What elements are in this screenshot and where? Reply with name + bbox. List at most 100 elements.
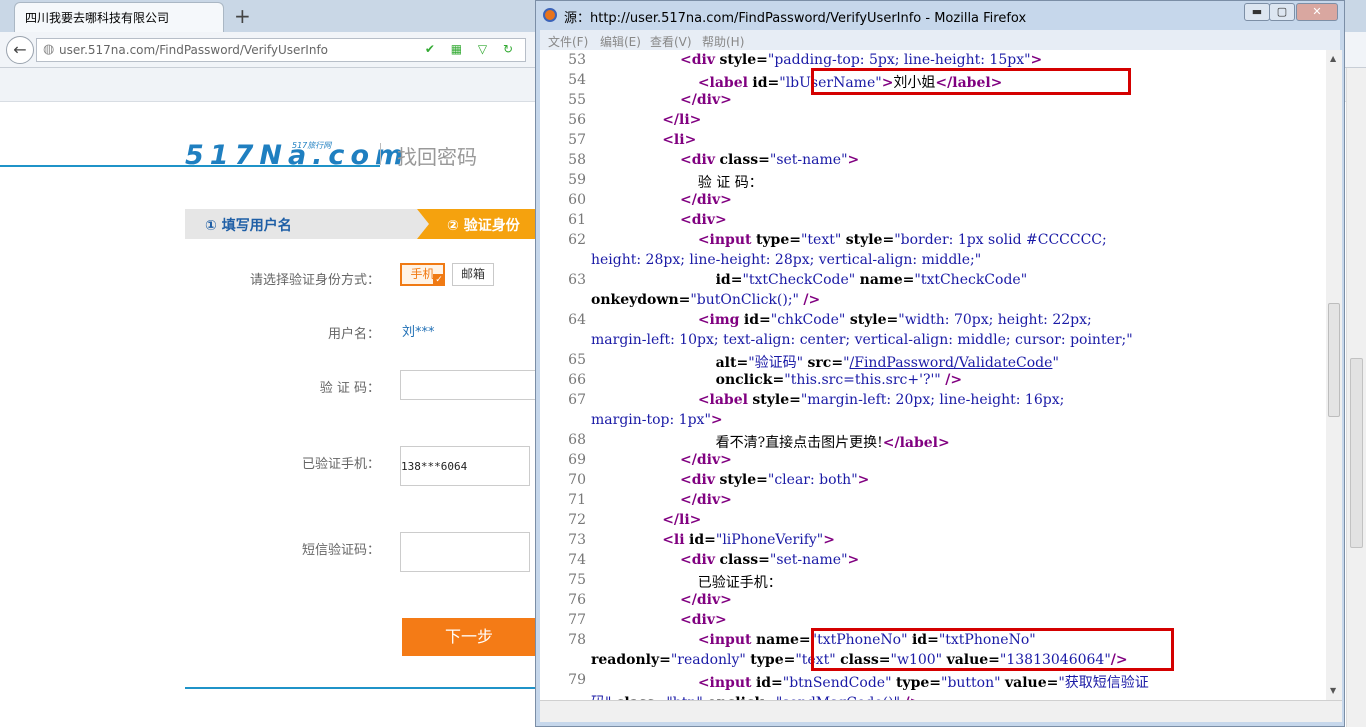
next-step-button[interactable]: 下一步 bbox=[402, 618, 536, 656]
username-value: 刘*** bbox=[402, 325, 435, 340]
line-number: 78 bbox=[568, 632, 586, 648]
line-number: 73 bbox=[568, 532, 586, 548]
firefox-icon bbox=[543, 8, 557, 22]
step-1-label: ① 填写用户名 bbox=[205, 218, 292, 234]
step-indicator: ① 填写用户名 ② 验证身份 bbox=[185, 209, 536, 239]
source-scrollbar-thumb[interactable] bbox=[1328, 303, 1340, 417]
close-button[interactable]: ✕ bbox=[1296, 3, 1338, 21]
line-number: 60 bbox=[568, 192, 586, 208]
line-number: 54 bbox=[568, 72, 586, 88]
source-line: <label style="margin-left: 20px; line-he… bbox=[697, 392, 1065, 408]
line-number: 65 bbox=[568, 352, 586, 368]
source-line: </div> bbox=[680, 592, 732, 608]
maximize-button[interactable]: ▢ bbox=[1269, 3, 1295, 21]
verified-phone-field: 138***6064 bbox=[400, 446, 530, 486]
sms-code-input[interactable] bbox=[400, 532, 530, 572]
verify-by-email-button[interactable]: 邮箱 bbox=[452, 263, 494, 286]
page-title: 找回密码 bbox=[397, 145, 477, 169]
source-line: onclick="this.src=this.src+'?'" /> bbox=[715, 372, 963, 388]
line-number: 68 bbox=[568, 432, 586, 448]
line-number: 61 bbox=[568, 212, 586, 228]
status-bar bbox=[540, 700, 1342, 722]
address-bar[interactable]: ◍ user.517na.com/FindPassword/VerifyUser… bbox=[36, 38, 526, 62]
verified-phone-label: 已验证手机： bbox=[301, 457, 380, 472]
source-code-view[interactable]: 53 54 55 56 57 58 59 60 61 62 63 64 65 6… bbox=[540, 50, 1326, 700]
source-line: <li id="liPhoneVerify"> bbox=[662, 532, 835, 548]
line-number: 59 bbox=[568, 172, 586, 188]
view-source-window: 源：http://user.517na.com/FindPassword/Ver… bbox=[535, 0, 1345, 727]
line-number: 56 bbox=[568, 112, 586, 128]
step-arrow bbox=[417, 209, 429, 239]
highlight-box-phone-input bbox=[811, 628, 1174, 671]
source-line: </div> bbox=[680, 92, 732, 108]
source-scrollbar[interactable]: ▲ ▼ bbox=[1326, 50, 1342, 700]
verify-by-phone-button[interactable]: 手机 ✓ bbox=[400, 263, 445, 286]
line-number: 66 bbox=[568, 372, 586, 388]
line-number: 74 bbox=[568, 552, 586, 568]
line-number: 76 bbox=[568, 592, 586, 608]
browser-tab[interactable]: 四川我要去哪科技有限公司 bbox=[14, 2, 224, 32]
source-line: id="txtCheckCode" name="txtCheckCode" bbox=[715, 272, 1028, 288]
back-button[interactable]: ← bbox=[6, 36, 34, 64]
sms-code-label: 短信验证码： bbox=[301, 543, 380, 558]
source-line: alt="验证码" src="/FindPassword/ValidateCod… bbox=[715, 355, 1059, 371]
line-number: 75 bbox=[568, 572, 586, 588]
source-line: <li> bbox=[662, 132, 697, 148]
source-line: <div class="set-name"> bbox=[680, 552, 860, 568]
source-line: <div class="set-name"> bbox=[680, 152, 860, 168]
step-2-label: ② 验证身份 bbox=[447, 218, 520, 234]
menu-edit[interactable]: 编辑(E) bbox=[600, 33, 641, 50]
verify-method-label: 请选择验证身份方式： bbox=[249, 273, 380, 288]
step-1: ① 填写用户名 bbox=[185, 209, 417, 239]
line-number: 58 bbox=[568, 152, 586, 168]
globe-icon: ◍ bbox=[43, 42, 55, 57]
logo-tagline: 517旅行网 bbox=[292, 141, 332, 150]
check-icon: ✓ bbox=[433, 274, 445, 286]
header-divider bbox=[380, 143, 381, 165]
source-line: 已验证手机： bbox=[591, 575, 782, 591]
menu-file[interactable]: 文件(F) bbox=[548, 33, 588, 50]
source-line: <div style="clear: both"> bbox=[680, 472, 870, 488]
source-line: 看不清?直接点击图片更换!</label> bbox=[591, 435, 950, 451]
line-number: 79 bbox=[568, 672, 586, 688]
source-line: 码" class="btn" onclick="sendMsgCode()" /… bbox=[591, 692, 921, 700]
address-bar-icons[interactable]: ✔ ▦ ▽ ↻ bbox=[425, 42, 519, 56]
line-number: 70 bbox=[568, 472, 586, 488]
line-number: 63 bbox=[568, 272, 586, 288]
source-line: <input type="text" style="border: 1px so… bbox=[697, 232, 1107, 248]
source-line: </div> bbox=[680, 192, 732, 208]
verify-by-phone-label: 手机 bbox=[410, 267, 435, 281]
source-line: </div> bbox=[680, 452, 732, 468]
source-line: 验 证 码： bbox=[591, 175, 763, 191]
source-line: margin-left: 10px; text-align: center; v… bbox=[591, 332, 1133, 348]
step-2: ② 验证身份 bbox=[429, 209, 536, 239]
source-line: onkeydown="butOnClick();" /> bbox=[591, 292, 821, 308]
new-tab-button[interactable]: + bbox=[234, 4, 251, 28]
highlight-box-username bbox=[811, 68, 1131, 95]
tab-title: 四川我要去哪科技有限公司 bbox=[25, 11, 170, 25]
source-line: </li> bbox=[662, 112, 702, 128]
minimize-button[interactable]: ▬ bbox=[1244, 3, 1270, 21]
source-line: <div> bbox=[680, 612, 727, 628]
scroll-up-icon[interactable]: ▲ bbox=[1330, 54, 1336, 63]
source-line: <input id="btnSendCode" type="button" va… bbox=[697, 675, 1149, 691]
line-number: 72 bbox=[568, 512, 586, 528]
window-title: 源：http://user.517na.com/FindPassword/Ver… bbox=[564, 11, 1027, 26]
scroll-down-icon[interactable]: ▼ bbox=[1330, 686, 1336, 695]
line-number: 64 bbox=[568, 312, 586, 328]
captcha-input[interactable] bbox=[400, 370, 536, 400]
menu-help[interactable]: 帮助(H) bbox=[702, 33, 744, 50]
source-line: <img id="chkCode" style="width: 70px; he… bbox=[697, 312, 1092, 328]
page-scrollbar-thumb[interactable] bbox=[1350, 358, 1363, 548]
menu-bar: 文件(F) 编辑(E) 查看(V) 帮助(H) bbox=[540, 30, 1340, 50]
line-number: 53 bbox=[568, 52, 586, 68]
source-line: </div> bbox=[680, 492, 732, 508]
source-line: margin-top: 1px"> bbox=[591, 412, 723, 428]
menu-view[interactable]: 查看(V) bbox=[650, 33, 692, 50]
window-titlebar[interactable]: 源：http://user.517na.com/FindPassword/Ver… bbox=[536, 1, 1344, 30]
captcha-label: 验 证 码： bbox=[319, 381, 380, 396]
footer-rule bbox=[185, 687, 536, 689]
username-label: 用户名： bbox=[327, 327, 380, 342]
page-scrollbar[interactable] bbox=[1346, 68, 1366, 727]
line-number: 57 bbox=[568, 132, 586, 148]
